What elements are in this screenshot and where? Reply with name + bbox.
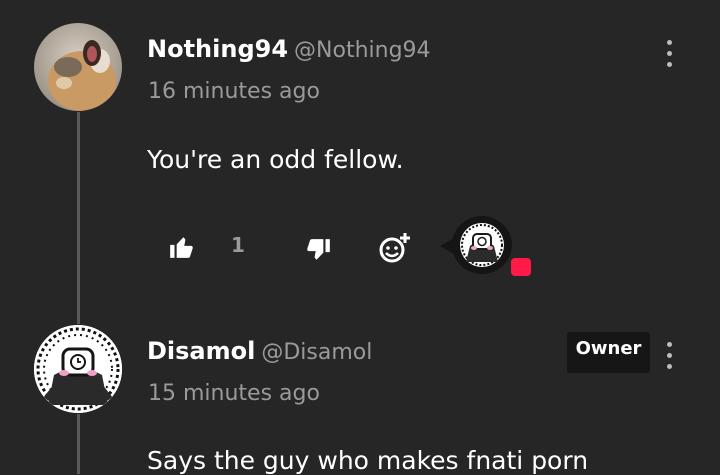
thumbs-down-icon [307, 239, 330, 260]
more-options-button[interactable] [659, 37, 679, 71]
notification-badge [509, 256, 533, 278]
add-reaction-icon [379, 233, 410, 263]
bubble [452, 216, 512, 274]
mini-avatar-image [460, 223, 504, 267]
avatar[interactable] [34, 23, 122, 111]
author-name-text[interactable]: Disamol [147, 337, 255, 365]
thread-line [77, 414, 80, 474]
replier-avatar[interactable] [440, 216, 514, 276]
author-handle[interactable]: @Nothing94 [294, 38, 431, 63]
avatar[interactable] [34, 325, 122, 413]
dislike-button[interactable] [305, 237, 333, 267]
avatar-image [34, 23, 122, 111]
more-options-button[interactable] [659, 339, 679, 373]
avatar-image [34, 325, 122, 413]
react-button[interactable] [377, 231, 411, 269]
thread-line [77, 112, 80, 324]
owner-badge: Owner [567, 332, 650, 373]
like-button[interactable] [167, 234, 195, 264]
like-count: 1 [231, 233, 245, 257]
author-handle[interactable]: @Disamol [261, 340, 372, 365]
author-name-text[interactable]: Nothing94 [147, 35, 288, 63]
thumbs-up-icon [170, 237, 193, 258]
author-name[interactable]: Disamol @Disamol [147, 337, 372, 365]
timestamp: 16 minutes ago [148, 79, 320, 104]
comment-text: Says the guy who makes fnati porn [147, 446, 589, 475]
comment-text: You're an odd fellow. [147, 145, 404, 174]
timestamp: 15 minutes ago [148, 381, 320, 406]
author-name[interactable]: Nothing94 @Nothing94 [147, 35, 431, 63]
